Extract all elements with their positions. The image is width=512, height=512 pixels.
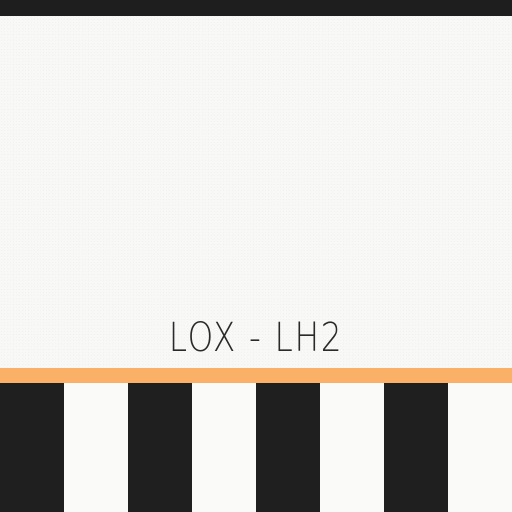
stripe-dark (0, 383, 64, 512)
propellant-label: LOX - LH2 (168, 315, 344, 361)
stripe-light (64, 383, 128, 512)
orange-band (0, 368, 512, 383)
top-bar (0, 0, 512, 16)
stripe-dark (256, 383, 320, 512)
stripe-dark (384, 383, 448, 512)
stripe-light (448, 383, 512, 512)
stripe-dark (128, 383, 192, 512)
stripe-light (192, 383, 256, 512)
stripe-pattern (0, 383, 512, 512)
stripe-light (320, 383, 384, 512)
